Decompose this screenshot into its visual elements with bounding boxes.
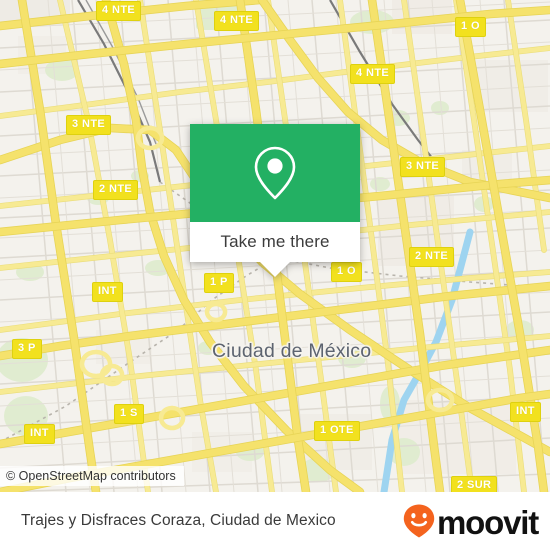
callout-icon-panel <box>190 124 360 222</box>
road-shield: 2 SUR <box>451 476 498 492</box>
road-shield: 4 NTE <box>96 1 142 21</box>
moovit-logo[interactable]: moovit <box>402 503 539 541</box>
map-screenshot: .road-major { stroke:#f5e26c; stroke-wid… <box>0 0 550 550</box>
road-shield: 1 S <box>114 404 144 424</box>
callout-pointer <box>259 261 291 277</box>
road-shield: 1 P <box>204 273 234 293</box>
map-canvas[interactable]: .road-major { stroke:#f5e26c; stroke-wid… <box>0 0 550 492</box>
road-shield: 3 NTE <box>400 157 446 177</box>
road-shield: 2 NTE <box>409 247 455 267</box>
location-pin-icon <box>254 146 296 200</box>
bottom-info-bar: Trajes y Disfraces Coraza, Ciudad de Mex… <box>0 492 550 550</box>
road-shield: 1 OTE <box>314 421 360 441</box>
road-shield: INT <box>92 282 123 302</box>
road-shield: INT <box>24 424 55 444</box>
place-callout-card[interactable]: Take me there <box>190 124 360 277</box>
road-shield: 4 NTE <box>214 11 260 31</box>
take-me-there-button[interactable]: Take me there <box>190 222 360 277</box>
take-me-there-label: Take me there <box>220 232 330 251</box>
road-shield: 4 NTE <box>350 64 396 84</box>
road-shield: INT <box>510 402 541 422</box>
road-shield: 1 O <box>331 262 362 282</box>
road-shield: 3 P <box>12 339 42 359</box>
road-shield: 1 O <box>455 17 486 37</box>
moovit-smiley-pin-icon <box>403 504 435 538</box>
road-shield: 2 NTE <box>93 180 139 200</box>
place-title: Trajes y Disfraces Coraza, Ciudad de Mex… <box>21 512 336 529</box>
moovit-wordmark: moovit <box>437 503 539 541</box>
osm-attribution[interactable]: © OpenStreetMap contributors <box>0 466 184 486</box>
road-shield: 3 NTE <box>66 115 112 135</box>
